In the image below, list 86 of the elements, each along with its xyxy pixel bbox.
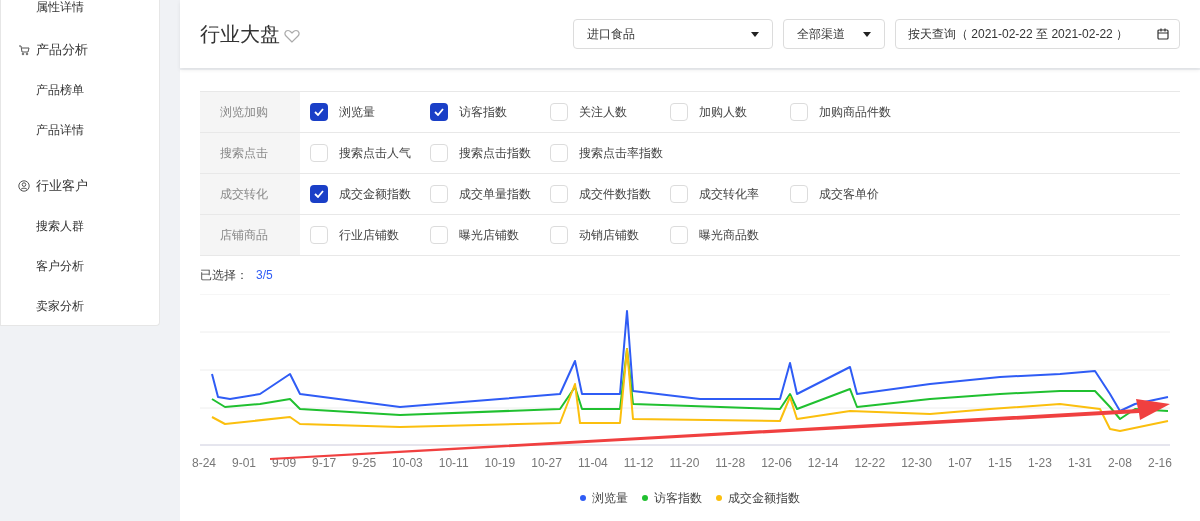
checkbox-label[interactable]: 曝光商品数 bbox=[699, 226, 759, 244]
check-icon bbox=[434, 108, 444, 116]
sidebar-item[interactable]: 卖家分析 bbox=[36, 297, 84, 315]
legend-label[interactable]: 浏览量 bbox=[592, 489, 628, 507]
axis-label: 10-03 bbox=[392, 455, 423, 472]
checkbox[interactable] bbox=[670, 103, 688, 121]
legend-label[interactable]: 成交金额指数 bbox=[728, 489, 800, 507]
checkbox-label[interactable]: 成交转化率 bbox=[699, 185, 759, 203]
filter-row-label: 店铺商品 bbox=[200, 215, 300, 255]
checkbox[interactable] bbox=[550, 144, 568, 162]
filter-row-label: 搜索点击 bbox=[200, 133, 300, 173]
sidebar-item[interactable]: 产品详情 bbox=[36, 121, 84, 139]
selection-label: 已选择： bbox=[200, 267, 248, 284]
axis-label: 10-27 bbox=[531, 455, 562, 472]
axis-label: 8-24 bbox=[192, 455, 217, 472]
axis-label: 10-11 bbox=[438, 455, 469, 472]
axis-label: 10-19 bbox=[484, 455, 516, 472]
axis-label: 11-12 bbox=[623, 455, 654, 472]
axis-label: 12-06 bbox=[761, 455, 792, 472]
axis-label: 9-25 bbox=[352, 455, 377, 472]
sidebar-item[interactable]: 搜索人群 bbox=[36, 217, 84, 235]
checkbox-label[interactable]: 搜索点击人气 bbox=[339, 144, 411, 162]
checkbox[interactable] bbox=[310, 185, 328, 203]
checkbox[interactable] bbox=[670, 226, 688, 244]
checkbox[interactable] bbox=[430, 103, 448, 121]
calendar-icon bbox=[1157, 28, 1169, 40]
checkbox[interactable] bbox=[310, 144, 328, 162]
page-title: 行业大盘 bbox=[200, 22, 280, 47]
legend-label[interactable]: 访客指数 bbox=[654, 489, 702, 507]
checkbox[interactable] bbox=[550, 103, 568, 121]
checkbox-label[interactable]: 加购人数 bbox=[699, 103, 747, 121]
sidebar-group-title[interactable]: 行业客户 bbox=[36, 176, 88, 196]
checkbox-label[interactable]: 行业店铺数 bbox=[339, 226, 399, 244]
checkbox-label[interactable]: 动销店铺数 bbox=[579, 226, 639, 244]
checkbox-label[interactable]: 浏览量 bbox=[339, 103, 375, 121]
checkbox-label[interactable]: 访客指数 bbox=[459, 103, 507, 121]
date-picker[interactable]: 按天查询（ 2021-02-22 至 2021-02-22 ） bbox=[895, 19, 1180, 49]
checkbox-label[interactable]: 曝光店铺数 bbox=[459, 226, 519, 244]
axis-label: 11-04 bbox=[577, 455, 608, 472]
axis-label: 1-07 bbox=[947, 455, 972, 472]
axis-label: 2-16 bbox=[1147, 455, 1172, 472]
heart-icon[interactable] bbox=[284, 28, 300, 43]
axis-label: 1-23 bbox=[1027, 455, 1052, 472]
checkbox-label[interactable]: 搜索点击率指数 bbox=[579, 144, 663, 162]
checkbox-label[interactable]: 搜索点击指数 bbox=[459, 144, 531, 162]
axis-label: 9-01 bbox=[232, 455, 257, 472]
axis-label: 1-31 bbox=[1067, 455, 1092, 472]
checkbox[interactable] bbox=[310, 103, 328, 121]
axis-label: 2-08 bbox=[1107, 455, 1132, 472]
axis-label: 11-28 bbox=[715, 455, 746, 472]
selection-count: 3/5 bbox=[256, 267, 273, 284]
sidebar-item[interactable]: 产品榜单 bbox=[36, 81, 84, 99]
axis-label: 1-15 bbox=[987, 455, 1012, 472]
checkbox[interactable] bbox=[790, 185, 808, 203]
checkbox[interactable] bbox=[430, 226, 448, 244]
category-select[interactable]: 进口食品 bbox=[573, 19, 773, 49]
cart-icon bbox=[18, 44, 30, 56]
axis-label: 12-14 bbox=[807, 455, 839, 472]
sidebar-item[interactable]: 客户分析 bbox=[36, 257, 84, 275]
checkbox-label[interactable]: 成交客单价 bbox=[819, 185, 879, 203]
checkbox[interactable] bbox=[550, 185, 568, 203]
channel-select[interactable]: 全部渠道 bbox=[783, 19, 885, 49]
user-icon bbox=[18, 180, 30, 192]
axis-label: 9-17 bbox=[312, 455, 337, 472]
checkbox-label[interactable]: 加购商品件数 bbox=[819, 103, 891, 121]
checkbox[interactable] bbox=[790, 103, 808, 121]
axis-label: 11-20 bbox=[669, 455, 700, 472]
filter-row-label: 成交转化 bbox=[200, 174, 300, 214]
checkbox[interactable] bbox=[550, 226, 568, 244]
axis-label: 12-30 bbox=[901, 455, 932, 472]
checkbox[interactable] bbox=[430, 185, 448, 203]
checkbox-label[interactable]: 成交金额指数 bbox=[339, 185, 411, 203]
filter-row-label: 浏览加购 bbox=[200, 92, 300, 132]
checkbox-label[interactable]: 成交件数指数 bbox=[579, 185, 651, 203]
checkbox[interactable] bbox=[310, 226, 328, 244]
axis-label: 12-22 bbox=[854, 455, 886, 472]
check-icon bbox=[314, 108, 324, 116]
sidebar-item[interactable]: 属性详情 bbox=[1, 0, 159, 14]
sidebar-group-title[interactable]: 产品分析 bbox=[36, 40, 88, 60]
checkbox-label[interactable]: 关注人数 bbox=[579, 103, 627, 121]
checkbox[interactable] bbox=[670, 185, 688, 203]
checkbox[interactable] bbox=[430, 144, 448, 162]
caret-icon bbox=[863, 31, 871, 37]
caret-icon bbox=[751, 31, 759, 37]
check-icon bbox=[314, 190, 324, 198]
checkbox-label[interactable]: 成交单量指数 bbox=[459, 185, 531, 203]
